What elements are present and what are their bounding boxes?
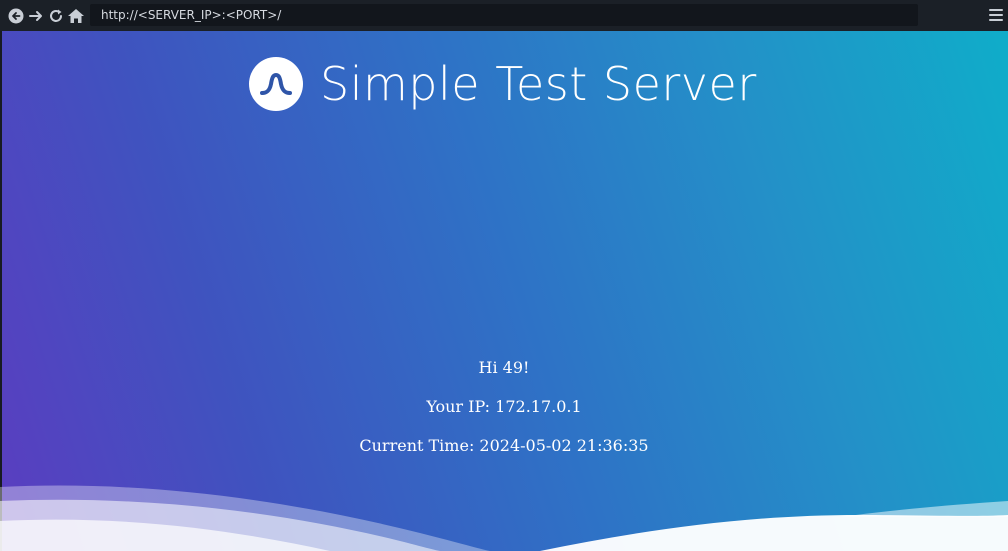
browser-toolbar: http://<SERVER_IP>:<PORT>/ bbox=[0, 0, 1008, 31]
address-bar-text: http://<SERVER_IP>:<PORT>/ bbox=[101, 8, 282, 22]
ip-address-text: Your IP: 172.17.0.1 bbox=[426, 397, 582, 416]
page-viewport: Simple Test Server Hi 49! Your IP: 172.1… bbox=[0, 31, 1008, 551]
hamburger-menu-icon[interactable] bbox=[989, 7, 1003, 23]
address-bar[interactable]: http://<SERVER_IP>:<PORT>/ bbox=[90, 4, 918, 26]
reload-icon[interactable] bbox=[47, 7, 65, 25]
greeting-text: Hi 49! bbox=[478, 358, 530, 377]
decorative-waves bbox=[0, 485, 1008, 551]
current-time-text: Current Time: 2024-05-02 21:36:35 bbox=[359, 436, 649, 455]
site-header: Simple Test Server bbox=[249, 54, 757, 114]
back-arrow-circle-icon[interactable] bbox=[7, 7, 25, 25]
wave-logo-icon bbox=[249, 57, 303, 111]
page-title: Simple Test Server bbox=[320, 57, 757, 111]
home-icon[interactable] bbox=[67, 7, 85, 25]
forward-arrow-icon[interactable] bbox=[27, 7, 45, 25]
